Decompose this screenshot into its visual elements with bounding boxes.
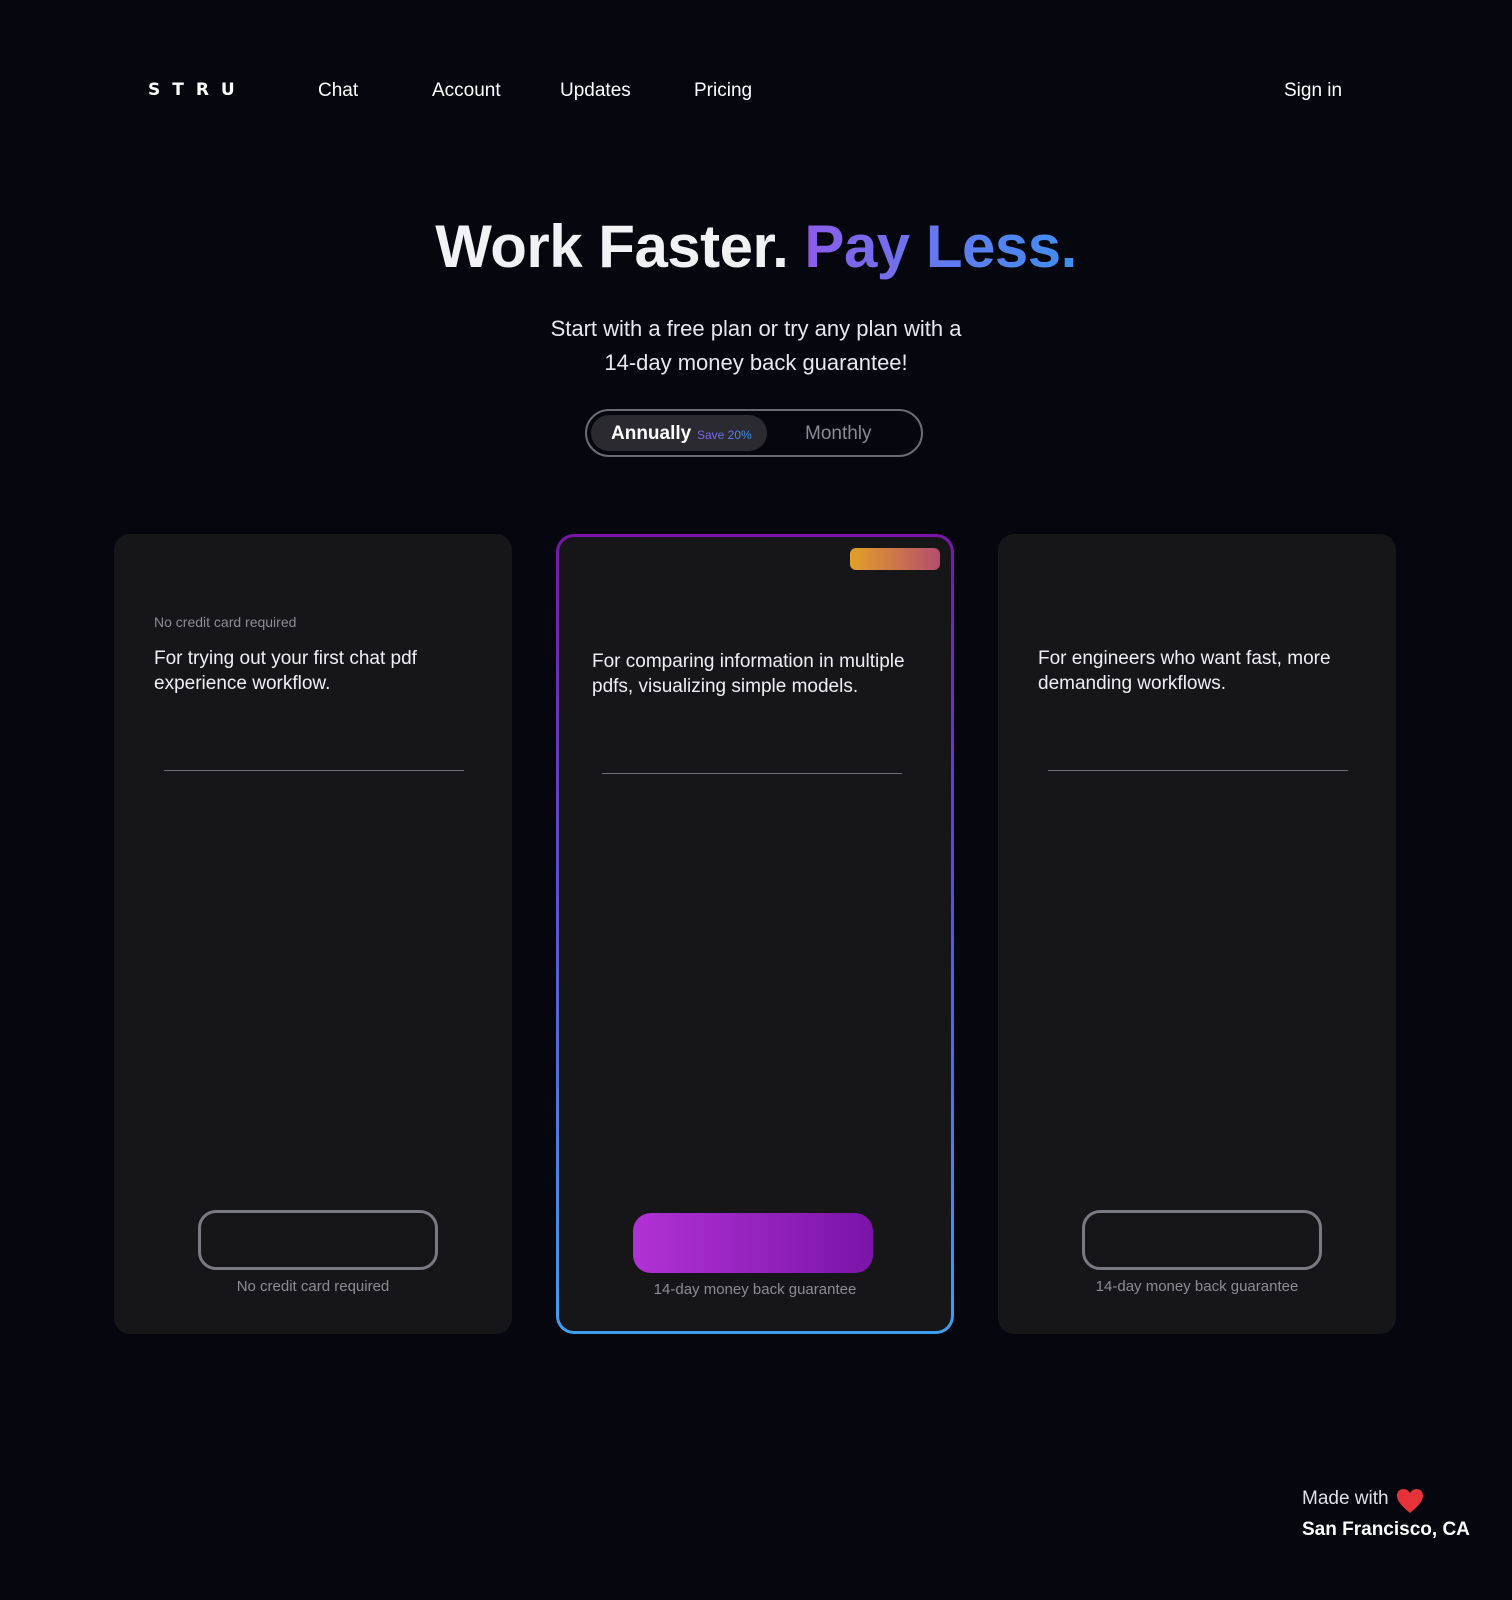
- toggle-option-monthly[interactable]: Monthly: [805, 423, 872, 445]
- plan-kicker: No credit card required: [154, 614, 297, 630]
- logo[interactable]: STRU: [148, 80, 247, 100]
- sign-in-link[interactable]: Sign in: [1284, 80, 1342, 102]
- made-with-text: Made with: [1302, 1488, 1389, 1509]
- plan-card-featured-inner: For comparing information in multiple pd…: [559, 537, 951, 1331]
- hero-subtitle-line-2: 14-day money back guarantee!: [604, 350, 908, 375]
- nav-link-account[interactable]: Account: [432, 80, 501, 102]
- plan-footnote: 14-day money back guarantee: [653, 1281, 857, 1298]
- plan-divider: [602, 773, 902, 774]
- toggle-annually-label: Annually: [611, 423, 692, 444]
- plan-card-featured: For comparing information in multiple pd…: [556, 534, 954, 1334]
- plan-divider: [1048, 770, 1348, 771]
- popular-badge: [850, 548, 940, 570]
- billing-toggle: Annually Save 20% Monthly: [585, 409, 923, 457]
- plan-footnote: 14-day money back guarantee: [1095, 1278, 1299, 1295]
- hero-subtitle-line-1: Start with a free plan or try any plan w…: [550, 316, 962, 341]
- toggle-option-annually[interactable]: Annually Save 20%: [591, 415, 767, 451]
- plan-card-pro: For engineers who want fast, more demand…: [998, 534, 1396, 1334]
- nav-link-chat[interactable]: Chat: [318, 80, 358, 102]
- hero-title-plain: Work Faster.: [435, 213, 789, 280]
- plan-footnote: No credit card required: [236, 1278, 390, 1295]
- plan-cta-button[interactable]: [1082, 1210, 1322, 1270]
- plan-divider: [164, 770, 464, 771]
- plan-description: For engineers who want fast, more demand…: [1038, 648, 1331, 694]
- heart-icon: [1396, 1488, 1424, 1516]
- hero-title: Work Faster. Pay Less.: [0, 212, 1512, 281]
- plan-description: For comparing information in multiple pd…: [592, 651, 905, 697]
- save-badge: Save 20%: [697, 428, 752, 442]
- plan-cta-button[interactable]: [633, 1213, 873, 1273]
- nav-link-pricing[interactable]: Pricing: [694, 80, 752, 102]
- top-nav: STRU Chat Account Updates Pricing Sign i…: [0, 72, 1512, 112]
- hero-subtitle: Start with a free plan or try any plan w…: [0, 312, 1512, 380]
- hero-title-accent: Pay Less.: [804, 213, 1077, 280]
- plan-cta-button[interactable]: [198, 1210, 438, 1270]
- location-text: San Francisco, CA: [1302, 1519, 1470, 1540]
- plan-card-free: No credit card required For trying out y…: [114, 534, 512, 1334]
- plan-description: For trying out your first chat pdf exper…: [154, 648, 417, 694]
- nav-link-updates[interactable]: Updates: [560, 80, 631, 102]
